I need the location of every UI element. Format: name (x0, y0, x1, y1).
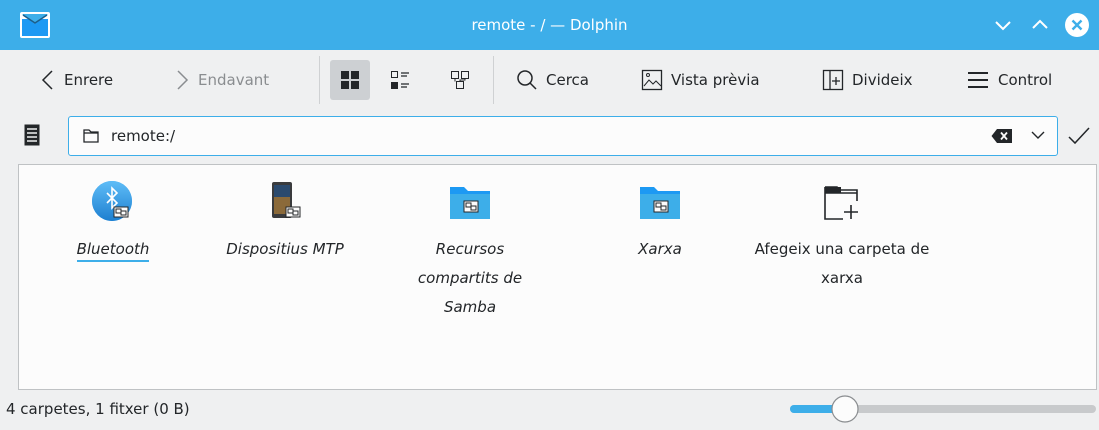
preview-button[interactable]: Vista prèvia (641, 60, 760, 100)
file-item-mtp[interactable]: Dispositius MTP (210, 179, 360, 264)
search-button[interactable]: Cerca (516, 60, 589, 100)
places-panel-icon[interactable] (24, 124, 40, 146)
compact-view-button[interactable] (380, 60, 420, 100)
file-view[interactable]: Bluetooth Dispositius MTP Recursos compa… (18, 164, 1097, 390)
hamburger-menu-icon (966, 69, 990, 91)
status-text: 4 carpetes, 1 fitxer (0 B) (6, 400, 190, 418)
file-item-add-network-folder[interactable]: Afegeix una carpeta de xarxa (742, 179, 942, 293)
bluetooth-icon (90, 179, 136, 225)
chevron-right-icon (174, 69, 190, 91)
window-title: remote - / — Dolphin (471, 16, 628, 34)
checkmark-icon[interactable] (1068, 126, 1090, 146)
file-item-samba[interactable]: Recursos compartits de Samba (395, 179, 545, 322)
samba-folder-icon (447, 179, 493, 225)
file-item-label: Dispositius MTP (226, 240, 344, 258)
maximize-button[interactable] (1027, 12, 1053, 38)
icons-view-icon (341, 71, 359, 89)
forward-button[interactable]: Endavant (174, 60, 269, 100)
file-item-label: Recursos compartits de Samba (417, 240, 523, 316)
forward-label: Endavant (198, 71, 270, 89)
icons-view-button[interactable] (330, 60, 370, 100)
add-network-folder-icon (819, 179, 865, 225)
clear-text-icon[interactable] (991, 128, 1013, 144)
details-view-button[interactable] (440, 60, 480, 100)
chevron-down-icon[interactable] (1031, 130, 1045, 140)
search-icon (516, 69, 538, 91)
minimize-button[interactable] (990, 12, 1016, 38)
dolphin-window: remote - / — Dolphin Enrere Endavant Cer… (0, 0, 1099, 430)
control-label: Control (998, 71, 1053, 89)
folder-icon (83, 129, 99, 143)
file-item-label: Xarxa (638, 240, 682, 258)
main-toolbar: Enrere Endavant Cerca Vista prèvia Divid… (0, 50, 1099, 110)
preview-label: Vista prèvia (671, 71, 760, 89)
location-bar[interactable]: remote:/ (68, 116, 1058, 156)
mtp-device-icon (262, 179, 308, 225)
back-label: Enrere (64, 71, 114, 89)
chevron-left-icon (40, 69, 56, 91)
network-folder-icon (637, 179, 683, 225)
search-label: Cerca (546, 71, 589, 89)
split-button[interactable]: Divideix (822, 60, 913, 100)
toolbar-separator (493, 56, 494, 104)
details-view-icon (451, 71, 469, 89)
split-view-icon (822, 69, 844, 91)
zoom-slider[interactable] (790, 394, 1096, 424)
close-button[interactable] (1064, 12, 1090, 38)
file-item-label: Afegeix una carpeta de xarxa (754, 240, 930, 287)
image-preview-icon (641, 69, 663, 91)
file-item-network[interactable]: Xarxa (585, 179, 735, 264)
split-label: Divideix (852, 71, 913, 89)
back-button[interactable]: Enrere (40, 60, 113, 100)
file-item-bluetooth[interactable]: Bluetooth (38, 179, 188, 264)
location-path[interactable]: remote:/ (111, 117, 175, 155)
toolbar-separator (319, 56, 320, 104)
control-menu-button[interactable]: Control (966, 60, 1052, 100)
compact-view-icon (391, 71, 409, 89)
file-item-label: Bluetooth (38, 235, 188, 264)
title-bar[interactable]: remote - / — Dolphin (0, 0, 1099, 50)
